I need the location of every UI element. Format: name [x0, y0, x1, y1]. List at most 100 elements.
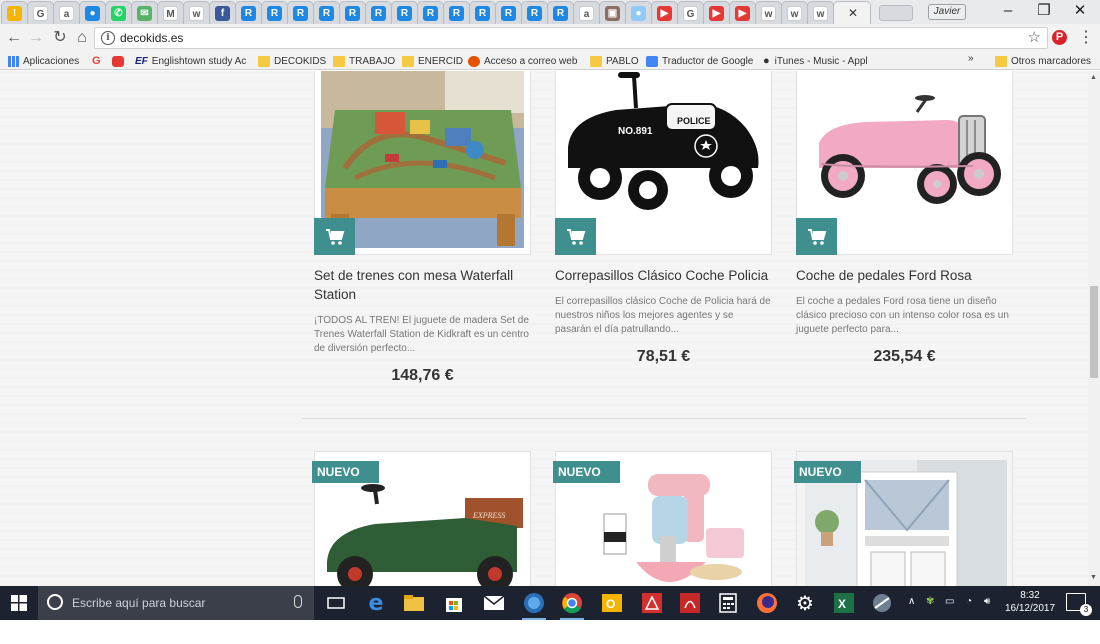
browser-tab[interactable]: G	[677, 1, 704, 24]
minimize-button[interactable]: –	[990, 0, 1026, 22]
action-center-icon[interactable]: 3	[1066, 593, 1092, 616]
browser-menu-icon[interactable]: ⋮	[1078, 28, 1094, 48]
bookmark-trabajo[interactable]: TRABAJO	[333, 53, 395, 69]
store-icon[interactable]	[442, 591, 466, 615]
browser-tab[interactable]: w	[755, 1, 782, 24]
system-clock[interactable]: 8:32 16/12/2017	[1004, 589, 1056, 615]
browser-tab[interactable]: R	[235, 1, 262, 24]
start-button[interactable]	[0, 586, 38, 620]
browser-tab[interactable]: w	[807, 1, 834, 24]
home-button[interactable]: ⌂	[72, 28, 92, 48]
bookmark-star-icon[interactable]: ☆	[1028, 28, 1041, 46]
restore-button[interactable]: ❐	[1026, 0, 1062, 22]
profile-button[interactable]: Javier	[928, 4, 966, 20]
reload-button[interactable]: ↻	[50, 28, 70, 48]
settings-gear-icon[interactable]: ⚙	[793, 591, 817, 615]
taskbar-search[interactable]: Escribe aquí para buscar	[38, 586, 314, 620]
wifi-icon[interactable]: ◔	[966, 596, 972, 607]
battery-icon[interactable]: ▭	[945, 596, 954, 607]
bookmark-enercid[interactable]: ENERCID	[402, 53, 463, 69]
tray-overflow-chevron-icon[interactable]: ∧	[908, 596, 915, 607]
scroll-down-arrow-icon[interactable]: ▼	[1090, 574, 1097, 581]
browser-tab-active[interactable]: ✕	[833, 1, 871, 24]
bookmarks-overflow-button[interactable]: »	[968, 53, 974, 64]
browser-tab[interactable]: f	[209, 1, 236, 24]
add-to-cart-button[interactable]	[314, 218, 355, 255]
bookmark-google[interactable]: G	[92, 53, 101, 69]
pdf-reader-icon[interactable]	[678, 591, 702, 615]
add-to-cart-button[interactable]	[796, 218, 837, 255]
browser-tab[interactable]: G	[27, 1, 54, 24]
other-bookmarks[interactable]: Otros marcadores	[995, 53, 1091, 69]
bookmark-youtube[interactable]	[112, 53, 128, 69]
browser-tab[interactable]: R	[469, 1, 496, 24]
browser-tab[interactable]: R	[313, 1, 340, 24]
browser-tab[interactable]: R	[417, 1, 444, 24]
bookmark-apps[interactable]: Aplicaciones	[8, 53, 79, 69]
bookmark-itunes[interactable]: ● iTunes - Music - Appl	[763, 53, 873, 69]
address-url[interactable]: decokids.es	[120, 31, 183, 45]
bookmark-pablo[interactable]: PABLO	[590, 53, 639, 69]
page-scrollbar[interactable]: ▲ ▼	[1088, 71, 1100, 586]
acrobat-icon[interactable]	[640, 591, 664, 615]
product-title[interactable]: Coche de pedales Ford Rosa	[796, 266, 1013, 285]
scrollbar-thumb[interactable]	[1090, 286, 1098, 378]
browser-tab[interactable]: R	[287, 1, 314, 24]
chrome-icon[interactable]	[560, 591, 584, 620]
bookmark-decokids[interactable]: DECOKIDS	[258, 53, 326, 69]
mail-app-icon[interactable]	[482, 591, 506, 615]
browser-tab[interactable]: R	[339, 1, 366, 24]
browser-tab[interactable]: R	[365, 1, 392, 24]
browser-tab[interactable]: R	[547, 1, 574, 24]
task-view-icon[interactable]	[324, 591, 348, 615]
calculator-icon[interactable]	[716, 591, 740, 615]
bookmark-label: DECOKIDS	[274, 55, 327, 67]
add-to-cart-button[interactable]	[555, 218, 596, 255]
bookmarks-bar: Aplicaciones G EF Englishtown study Ac D…	[0, 52, 1100, 70]
browser-tab[interactable]: ▶	[703, 1, 730, 24]
bookmark-correo-web[interactable]: Acceso a correo web	[468, 53, 577, 69]
firefox-icon[interactable]	[755, 591, 779, 615]
app-misc-icon[interactable]	[870, 591, 894, 615]
product-title[interactable]: Set de trenes con mesa Waterfall Station	[314, 266, 531, 304]
volume-icon[interactable]: 🔊︎	[984, 596, 990, 607]
browser-tab[interactable]: ●	[625, 1, 652, 24]
product-title[interactable]: Correpasillos Clásico Coche Policia	[555, 266, 772, 285]
browser-tab[interactable]: ✆	[105, 1, 132, 24]
new-tab-button[interactable]	[879, 5, 913, 21]
browser-tab[interactable]: R	[443, 1, 470, 24]
scroll-up-arrow-icon[interactable]: ▲	[1090, 74, 1097, 81]
app-globe-icon[interactable]	[522, 591, 546, 620]
browser-tab[interactable]: R	[261, 1, 288, 24]
edge-icon[interactable]: e	[364, 591, 388, 616]
browser-tab[interactable]: w	[781, 1, 808, 24]
close-window-button[interactable]: ✕	[1062, 0, 1098, 22]
bookmark-translate[interactable]: Traductor de Google	[646, 53, 753, 69]
forward-button[interactable]: →	[26, 28, 46, 48]
close-tab-icon[interactable]: ✕	[848, 6, 858, 20]
microphone-icon[interactable]	[294, 595, 302, 608]
browser-tab[interactable]: ▶	[651, 1, 678, 24]
bookmark-englishtown[interactable]: EF Englishtown study Ac	[135, 53, 246, 69]
browser-tab[interactable]: ●	[79, 1, 106, 24]
browser-tab[interactable]: ▶	[729, 1, 756, 24]
back-button[interactable]: ←	[4, 28, 24, 48]
tray-app-icon[interactable]: ✾	[926, 596, 934, 607]
browser-tab[interactable]: R	[391, 1, 418, 24]
pinterest-extension-icon[interactable]: P	[1052, 30, 1067, 45]
browser-tab[interactable]: ✉	[131, 1, 158, 24]
browser-tab[interactable]: R	[495, 1, 522, 24]
browser-tab[interactable]: w	[183, 1, 210, 24]
file-explorer-icon[interactable]	[402, 591, 426, 615]
browser-tab[interactable]: a	[53, 1, 80, 24]
browser-tab[interactable]: ▣	[599, 1, 626, 24]
excel-icon[interactable]: X	[832, 591, 856, 615]
browser-tab[interactable]: M	[157, 1, 184, 24]
info-icon[interactable]: i	[101, 31, 115, 45]
browser-tab[interactable]: R	[521, 1, 548, 24]
windows-logo-icon	[11, 595, 27, 611]
browser-tab[interactable]: !	[1, 1, 28, 24]
address-bar[interactable]: i decokids.es ☆	[94, 27, 1048, 49]
outlook-icon[interactable]: O	[600, 591, 624, 615]
browser-tab[interactable]: a	[573, 1, 600, 24]
